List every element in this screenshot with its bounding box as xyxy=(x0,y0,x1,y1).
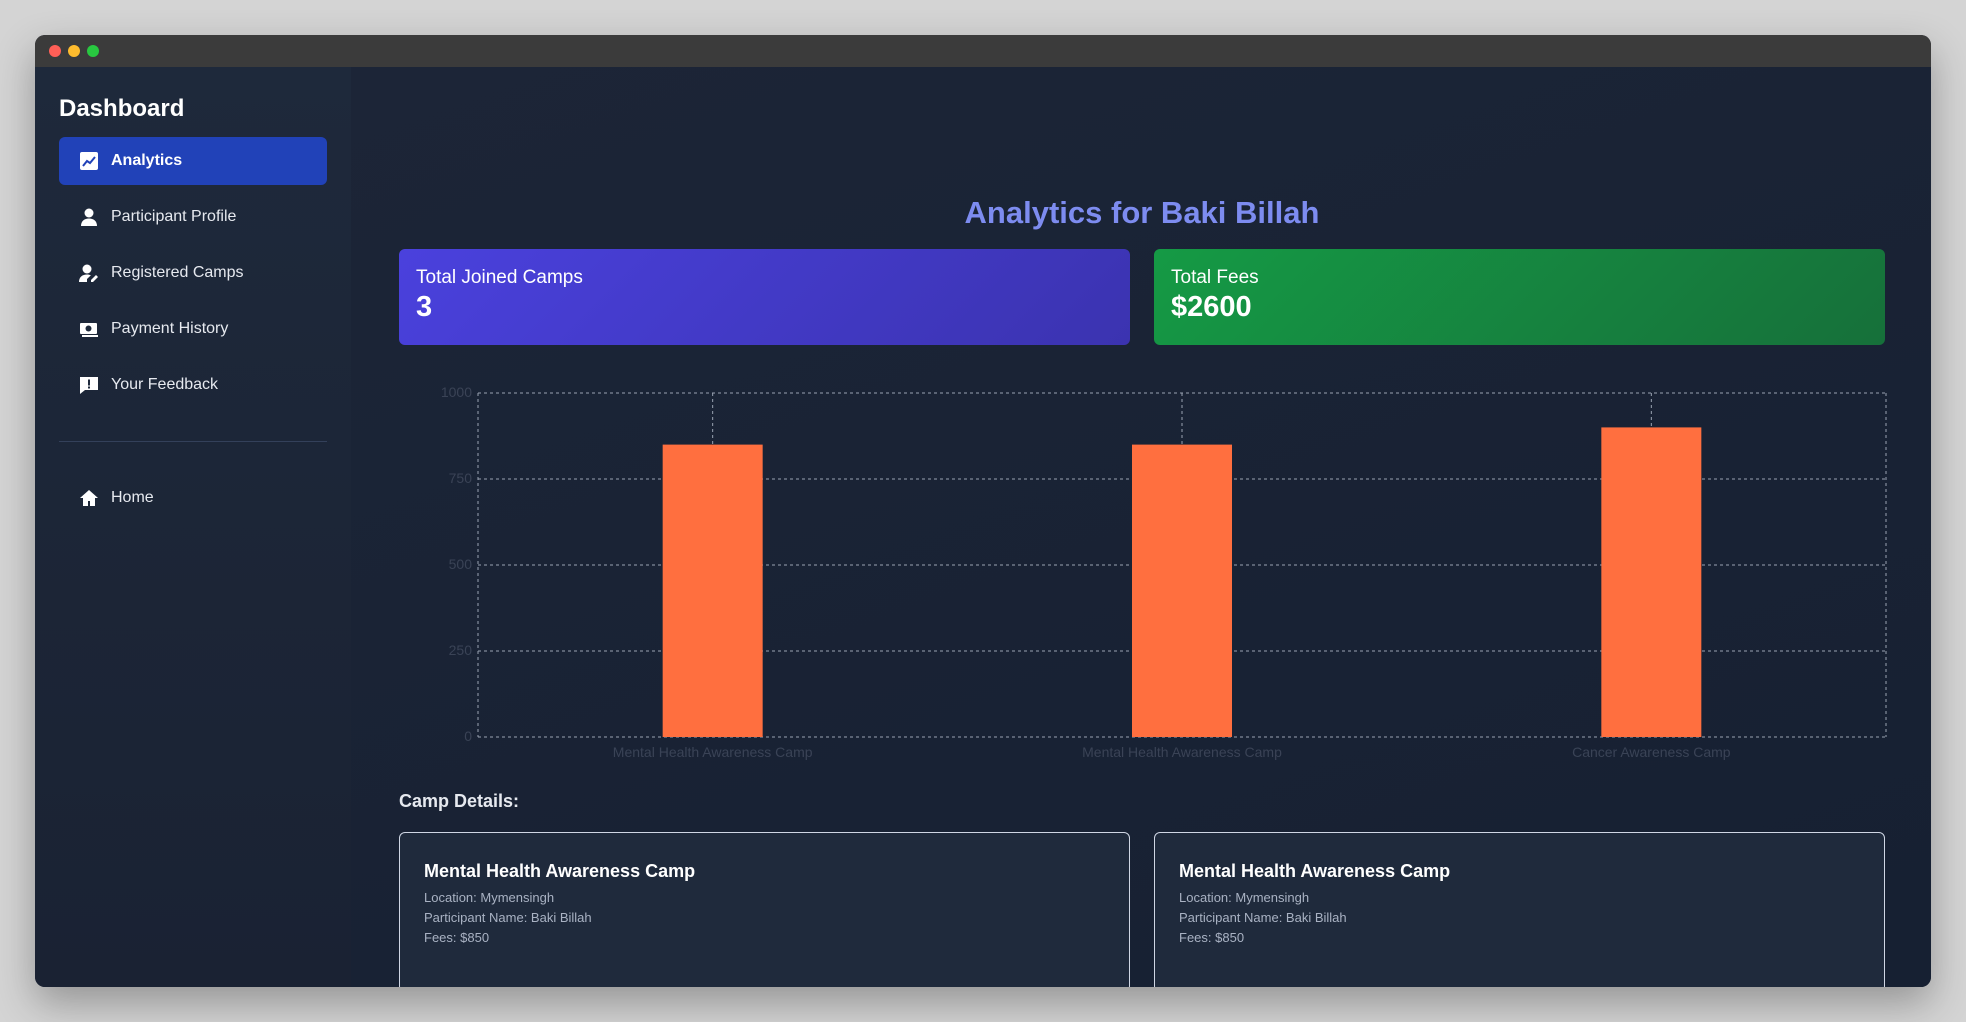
total-joined-camps-card: Total Joined Camps 3 xyxy=(399,249,1130,345)
bar-chart-svg: 0 250 500 750 1000 Mental Health Awareness Ca… xyxy=(441,384,1887,760)
camp-name: Mental Health Awareness Camp xyxy=(424,861,696,881)
feedback-icon xyxy=(79,375,99,395)
sidebar: Dashboard Analytics Participant Profile … xyxy=(35,67,351,987)
money-icon xyxy=(79,319,99,339)
bar xyxy=(1132,444,1232,737)
camp-details-title: Camp Details: xyxy=(399,791,520,811)
page-title: Analytics for Baki Billah xyxy=(964,195,1320,230)
sidebar-item-payment-history[interactable]: Payment History xyxy=(59,305,327,353)
stats-row: Total Joined Camps 3 Total Fees $2600 xyxy=(399,249,1885,345)
user-edit-icon xyxy=(79,263,99,283)
sidebar-item-label: Participant Profile xyxy=(111,208,237,225)
y-tick-label: 1000 xyxy=(441,384,472,400)
x-tick-label: Mental Health Awareness Camp xyxy=(1082,744,1282,760)
stat-value: 3 xyxy=(416,291,433,323)
bar xyxy=(662,444,763,737)
sidebar-item-label: Payment History xyxy=(111,320,229,337)
minimize-window-button[interactable] xyxy=(68,45,80,57)
sidebar-divider xyxy=(59,441,327,442)
y-tick-label: 250 xyxy=(449,642,473,658)
sidebar-item-label: Registered Camps xyxy=(111,264,244,281)
camp-location: Location: Mymensingh xyxy=(424,890,555,905)
fees-bar-chart: 0 250 500 750 1000 Mental Health Awareness Ca… xyxy=(351,383,1931,763)
x-tick-label: Cancer Awareness Camp xyxy=(1572,744,1731,760)
camp-cards: Mental Health Awareness Camp Location: M… xyxy=(399,832,1885,987)
close-window-button[interactable] xyxy=(49,45,61,57)
x-tick-label: Mental Health Awareness Camp xyxy=(613,744,813,760)
sidebar-item-label: Your Feedback xyxy=(111,376,219,393)
camp-card[interactable]: Mental Health Awareness Camp Location: M… xyxy=(399,832,1130,987)
y-tick-label: 500 xyxy=(449,556,473,572)
sidebar-item-home[interactable]: Home xyxy=(59,474,327,522)
stat-label: Total Fees xyxy=(1171,267,1259,288)
camp-location: Location: Mymensingh xyxy=(1179,890,1310,905)
sidebar-item-your-feedback[interactable]: Your Feedback xyxy=(59,361,327,409)
sidebar-title: Dashboard xyxy=(59,95,185,122)
camp-card[interactable]: Mental Health Awareness Camp Location: M… xyxy=(1154,832,1885,987)
camp-fees: Fees: $850 xyxy=(1179,930,1245,945)
sidebar-item-registered-camps[interactable]: Registered Camps xyxy=(59,249,327,297)
stat-value: $2600 xyxy=(1171,291,1252,323)
title-bar xyxy=(35,35,1931,67)
sidebar-item-label: Home xyxy=(111,489,154,506)
y-tick-label: 750 xyxy=(449,470,473,486)
home-icon xyxy=(79,488,99,508)
camp-name: Mental Health Awareness Camp xyxy=(1179,861,1451,881)
sidebar-item-analytics[interactable]: Analytics xyxy=(59,137,327,185)
main-content: Analytics for Baki Billah Total Joined C… xyxy=(351,67,1931,987)
camp-fees: Fees: $850 xyxy=(424,930,490,945)
dashboard-app: Dashboard Analytics Participant Profile … xyxy=(35,67,1931,987)
maximize-window-button[interactable] xyxy=(87,45,99,57)
bar xyxy=(1601,427,1702,737)
sidebar-item-label: Analytics xyxy=(111,152,183,169)
user-icon xyxy=(79,207,99,227)
stat-label: Total Joined Camps xyxy=(416,267,583,288)
y-tick-label: 0 xyxy=(464,728,472,744)
camp-participant: Participant Name: Baki Billah xyxy=(1179,910,1347,925)
sidebar-item-participant-profile[interactable]: Participant Profile xyxy=(59,193,327,241)
camp-participant: Participant Name: Baki Billah xyxy=(424,910,592,925)
chart-icon xyxy=(79,151,99,171)
total-fees-card: Total Fees $2600 xyxy=(1154,249,1885,345)
browser-window: Dashboard Analytics Participant Profile … xyxy=(35,35,1931,987)
